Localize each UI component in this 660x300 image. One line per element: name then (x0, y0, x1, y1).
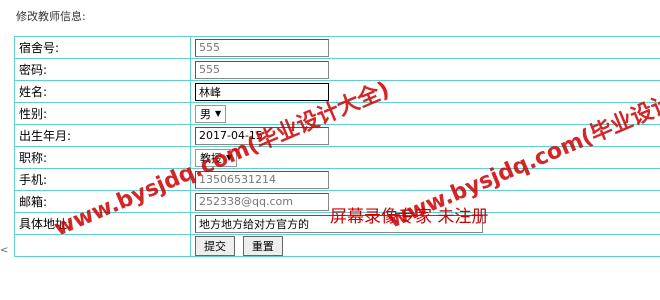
chevron-down-icon: ▼ (226, 153, 233, 162)
form-row-room: 宿舍号: (14, 36, 660, 59)
reset-button[interactable]: 重置 (242, 235, 283, 256)
address-label: 具体地址: (14, 212, 191, 235)
submit-button[interactable]: 提交 (195, 235, 235, 256)
form-row-password: 密码: (14, 58, 660, 81)
job-title-value: 教授 (200, 151, 222, 165)
form-row-address: 具体地址: (14, 212, 660, 235)
gender-select[interactable]: 男 ▼ (195, 104, 227, 123)
form-row-name: 姓名: (14, 80, 660, 103)
chevron-down-icon: ▼ (215, 109, 222, 118)
gender-label: 性别: (14, 102, 191, 125)
form-row-phone: 手机: (14, 168, 660, 191)
password-input[interactable] (195, 60, 329, 79)
gender-value: 男 (200, 107, 211, 121)
phone-label: 手机: (14, 168, 191, 191)
actions-spacer (14, 234, 191, 257)
form-row-email: 邮箱: (14, 190, 660, 213)
form-row-actions: 提交 重置 (14, 234, 660, 257)
birth-date-input[interactable] (195, 126, 329, 145)
page-title: 修改教师信息: (16, 10, 86, 23)
teacher-edit-form: 宿舍号: 密码: 姓名: 性别: 男▼ 出生年月: 职称: 教授▼ 手机: 邮箱… (14, 36, 660, 257)
form-row-title: 职称: 教授 ▼ (14, 146, 660, 169)
name-input[interactable] (195, 82, 329, 101)
birth-date-label: 出生年月: (14, 124, 191, 147)
form-row-birth: 出生年月: (14, 124, 660, 147)
phone-input[interactable] (195, 170, 329, 189)
email-input[interactable] (195, 192, 329, 211)
job-title-label: 职称: (14, 146, 191, 169)
address-input[interactable] (195, 214, 483, 233)
name-label: 姓名: (14, 80, 191, 103)
password-label: 密码: (14, 58, 191, 81)
form-row-gender: 性别: 男 ▼ (14, 102, 660, 125)
job-title-select[interactable]: 教授 ▼ (195, 148, 238, 167)
collapse-handle-icon[interactable]: < (0, 245, 8, 256)
room-number-label: 宿舍号: (14, 36, 191, 59)
email-label: 邮箱: (14, 190, 191, 213)
room-number-input[interactable] (195, 38, 329, 57)
